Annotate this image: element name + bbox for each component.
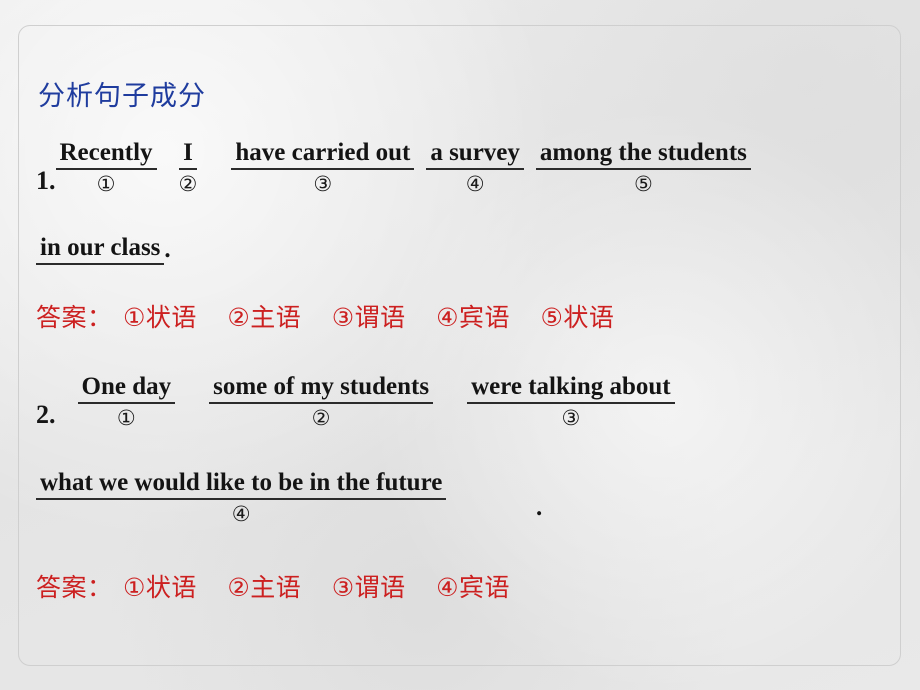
question-1-line-1: 1. Recently ① I ② have carried out ③ a s… — [36, 139, 751, 197]
answer-label: 答案： — [36, 573, 113, 602]
answer-line-2: 答案： ①状语 ②主语 ③谓语 ④宾语 — [36, 568, 510, 604]
chunk-q1-5: among the students ⑤ — [535, 139, 751, 197]
chunk-phrase: I — [179, 139, 197, 171]
sentence-1-period: . — [164, 236, 171, 263]
question-1-line-2: in our class . — [36, 234, 171, 266]
slide-content: 分析句子成分 1. Recently ① I ② have carried ou… — [0, 0, 920, 690]
answer-item: ①状语 — [122, 573, 197, 602]
chunk-q1-2: I ② — [178, 139, 198, 197]
chunk-marker: ④ — [465, 172, 485, 197]
answer-item: ②主语 — [227, 303, 302, 332]
chunk-q2-4: what we would like to be in the future ④ — [36, 469, 447, 527]
chunk-q2-2: some of my students ② — [209, 373, 434, 431]
sentence-2-period: . — [536, 494, 543, 521]
question-2-number: 2. — [36, 400, 56, 430]
chunk-marker: ② — [178, 172, 198, 197]
chunk-phrase: in our class — [36, 234, 165, 266]
answer-item: ③谓语 — [331, 573, 406, 602]
chunk-phrase: a survey — [426, 139, 524, 171]
chunk-marker: ③ — [561, 406, 581, 431]
question-1-number: 1. — [36, 166, 56, 196]
answer-item: ③谓语 — [331, 303, 406, 332]
chunk-phrase: have carried out — [231, 139, 415, 171]
answer-label: 答案： — [36, 303, 113, 332]
answer-item: ⑤状语 — [540, 303, 615, 332]
answer-line-1: 答案： ①状语 ②主语 ③谓语 ④宾语 ⑤状语 — [36, 298, 614, 334]
page-title: 分析句子成分 — [38, 81, 206, 112]
chunk-marker: ④ — [231, 502, 251, 527]
chunk-q1-4: a survey ④ — [426, 139, 524, 197]
chunk-phrase: Recently — [55, 139, 157, 171]
chunk-marker: ① — [116, 406, 136, 431]
chunk-q1-3: have carried out ③ — [231, 139, 415, 197]
chunk-phrase: were talking about — [467, 373, 675, 405]
chunk-phrase: what we would like to be in the future — [36, 469, 447, 501]
chunk-q1-6: in our class — [36, 234, 165, 266]
answer-item: ①状语 — [122, 303, 197, 332]
question-2-line-2: what we would like to be in the future ④ — [36, 469, 447, 527]
chunk-q2-1: One day ① — [77, 373, 176, 431]
chunk-q2-3: were talking about ③ — [467, 373, 675, 431]
chunk-phrase: some of my students — [209, 373, 434, 405]
chunk-marker: ② — [311, 406, 331, 431]
answer-item: ④宾语 — [436, 573, 511, 602]
answer-item: ④宾语 — [436, 303, 511, 332]
answer-item: ②主语 — [227, 573, 302, 602]
chunk-marker: ③ — [313, 172, 333, 197]
chunk-phrase: One day — [77, 373, 176, 405]
question-2-line-1: 2. One day ① some of my students ② were … — [36, 373, 675, 431]
chunk-marker: ① — [96, 172, 116, 197]
chunk-q1-1: Recently ① — [55, 139, 157, 197]
chunk-phrase: among the students — [535, 139, 751, 171]
chunk-marker: ⑤ — [633, 172, 653, 197]
